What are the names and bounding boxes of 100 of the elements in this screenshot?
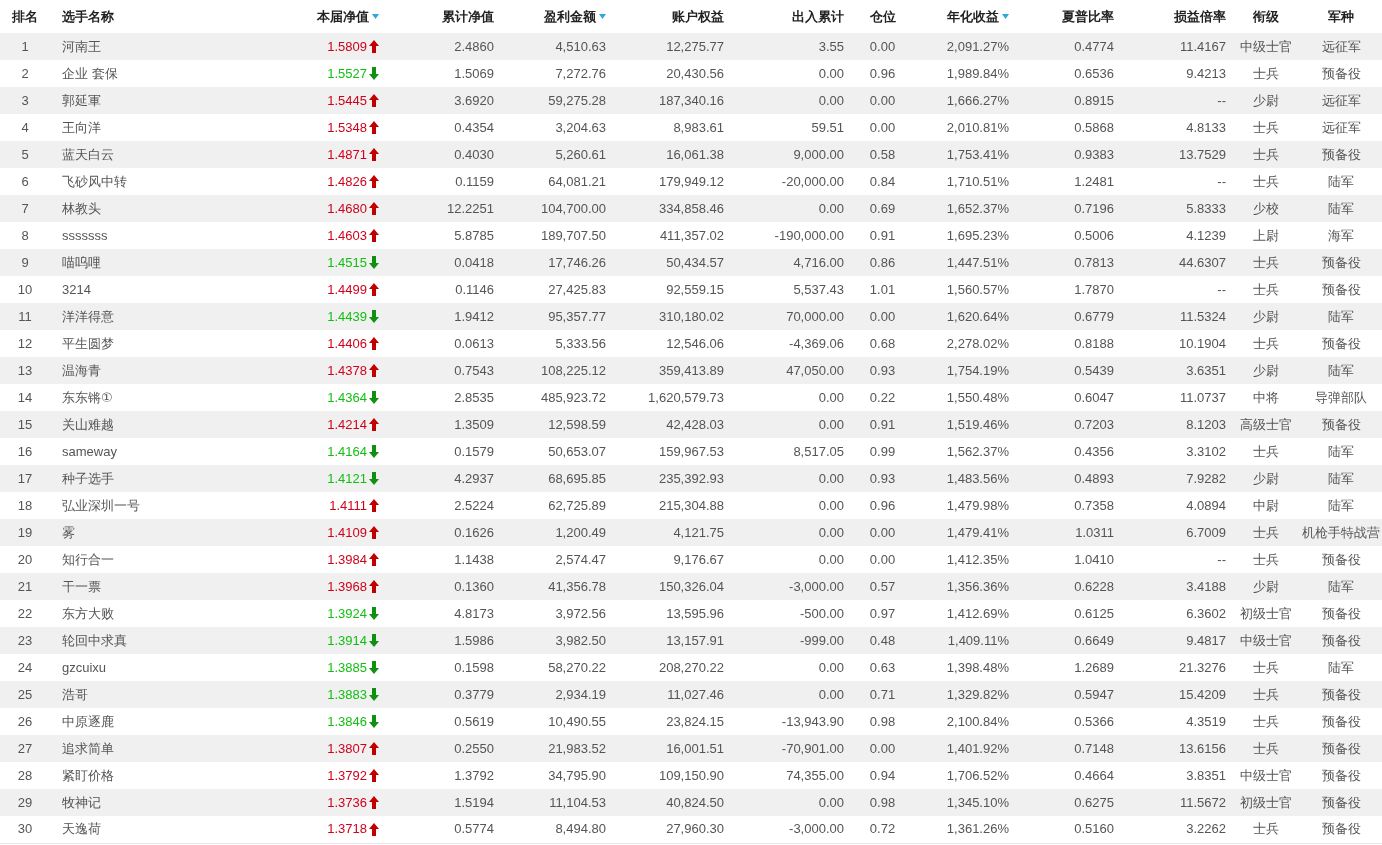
table-cell: 9.4213 bbox=[1120, 60, 1232, 87]
player-name: 种子选手 bbox=[50, 465, 290, 492]
table-cell: 12,546.06 bbox=[612, 330, 730, 357]
net-value: 1.5348 bbox=[327, 119, 367, 136]
table-cell: 士兵 bbox=[1232, 249, 1300, 276]
table-cell: 1,560.57% bbox=[915, 276, 1015, 303]
table-cell: 0.94 bbox=[850, 762, 915, 789]
table-cell: 0.93 bbox=[850, 357, 915, 384]
table-cell: 0.5439 bbox=[1015, 357, 1120, 384]
player-name: 企业 套保 bbox=[50, 60, 290, 87]
table-cell: -- bbox=[1120, 546, 1232, 573]
table-cell: -999.00 bbox=[730, 627, 850, 654]
table-cell: 0.71 bbox=[850, 681, 915, 708]
table-cell: 359,413.89 bbox=[612, 357, 730, 384]
table-cell: 1,754.19% bbox=[915, 357, 1015, 384]
table-cell: 0.0613 bbox=[385, 330, 500, 357]
column-header: 累计净值 bbox=[442, 8, 494, 25]
table-cell: 41,356.78 bbox=[500, 573, 612, 600]
rank-number: 8 bbox=[0, 222, 50, 249]
table-cell: 0.1626 bbox=[385, 519, 500, 546]
table-cell: -500.00 bbox=[730, 600, 850, 627]
table-cell: 4.8173 bbox=[385, 600, 500, 627]
table-cell: 47,050.00 bbox=[730, 357, 850, 384]
net-value: 1.4871 bbox=[327, 146, 367, 163]
table-cell: 5,333.56 bbox=[500, 330, 612, 357]
table-cell: 2,934.19 bbox=[500, 681, 612, 708]
table-cell: 5,260.61 bbox=[500, 141, 612, 168]
column-header[interactable]: 年化收益 bbox=[947, 8, 999, 25]
table-cell: 11.5672 bbox=[1120, 789, 1232, 816]
column-header[interactable]: 盈利金额 bbox=[544, 8, 596, 25]
column-header[interactable]: 本届净值 bbox=[317, 8, 369, 25]
table-cell: 27,960.30 bbox=[612, 816, 730, 843]
table-cell: 陆军 bbox=[1300, 195, 1382, 222]
table-cell: 少尉 bbox=[1232, 465, 1300, 492]
rank-number: 4 bbox=[0, 114, 50, 141]
rank-number: 10 bbox=[0, 276, 50, 303]
column-header: 夏普比率 bbox=[1062, 8, 1114, 25]
net-value: 1.3846 bbox=[327, 713, 367, 730]
rank-number: 15 bbox=[0, 411, 50, 438]
table-cell: 20,430.56 bbox=[612, 60, 730, 87]
table-cell: 0.96 bbox=[850, 492, 915, 519]
column-header: 出入累计 bbox=[792, 8, 844, 25]
column-header: 排名 bbox=[12, 8, 38, 25]
table-cell: 中级士官 bbox=[1232, 627, 1300, 654]
table-cell: 11,104.53 bbox=[500, 789, 612, 816]
table-cell: 0.91 bbox=[850, 411, 915, 438]
table-cell: 109,150.90 bbox=[612, 762, 730, 789]
table-cell: 485,923.72 bbox=[500, 384, 612, 411]
table-cell: 0.68 bbox=[850, 330, 915, 357]
table-cell: 预备役 bbox=[1300, 411, 1382, 438]
table-cell: 0.22 bbox=[850, 384, 915, 411]
net-value: 1.3968 bbox=[327, 578, 367, 595]
player-name: 平生圆梦 bbox=[50, 330, 290, 357]
table-cell: 0.5947 bbox=[1015, 681, 1120, 708]
table-cell: 1,483.56% bbox=[915, 465, 1015, 492]
table-cell: 1,345.10% bbox=[915, 789, 1015, 816]
table-cell: 411,357.02 bbox=[612, 222, 730, 249]
sort-caret-icon[interactable] bbox=[599, 14, 606, 19]
table-cell: 0.00 bbox=[850, 33, 915, 60]
table-cell: 中级士官 bbox=[1232, 762, 1300, 789]
table-cell: 0.00 bbox=[850, 546, 915, 573]
table-cell: 4.8133 bbox=[1120, 114, 1232, 141]
table-cell: 导弹部队 bbox=[1300, 384, 1382, 411]
table-cell: 0.00 bbox=[730, 384, 850, 411]
table-cell: 4.2937 bbox=[385, 465, 500, 492]
table-cell: 7,272.76 bbox=[500, 60, 612, 87]
table-cell: 95,357.77 bbox=[500, 303, 612, 330]
table-cell: 3.4188 bbox=[1120, 573, 1232, 600]
sort-caret-icon[interactable] bbox=[372, 14, 379, 19]
table-cell: 2.4860 bbox=[385, 33, 500, 60]
table-cell: 50,653.07 bbox=[500, 438, 612, 465]
table-cell: 0.1579 bbox=[385, 438, 500, 465]
table-cell: 16,061.38 bbox=[612, 141, 730, 168]
sort-caret-icon[interactable] bbox=[1002, 14, 1009, 19]
rank-number: 17 bbox=[0, 465, 50, 492]
table-cell: 3,982.50 bbox=[500, 627, 612, 654]
table-cell: 0.00 bbox=[730, 492, 850, 519]
table-cell: 预备役 bbox=[1300, 627, 1382, 654]
table-cell: 11,027.46 bbox=[612, 681, 730, 708]
table-cell: 士兵 bbox=[1232, 519, 1300, 546]
table-cell: 0.58 bbox=[850, 141, 915, 168]
table-cell: 士兵 bbox=[1232, 60, 1300, 87]
table-cell: 初级士官 bbox=[1232, 600, 1300, 627]
table-cell: 中级士官 bbox=[1232, 33, 1300, 60]
table-cell: -70,901.00 bbox=[730, 735, 850, 762]
table-cell: 44.6307 bbox=[1120, 249, 1232, 276]
net-value: 1.3924 bbox=[327, 605, 367, 622]
table-cell: 9,000.00 bbox=[730, 141, 850, 168]
table-cell: 21.3276 bbox=[1120, 654, 1232, 681]
net-value: 1.4680 bbox=[327, 200, 367, 217]
player-name: 郭延軍 bbox=[50, 87, 290, 114]
table-cell: 0.96 bbox=[850, 60, 915, 87]
table-cell: 0.00 bbox=[730, 546, 850, 573]
rank-number: 14 bbox=[0, 384, 50, 411]
table-cell: 陆军 bbox=[1300, 357, 1382, 384]
table-cell: 1.3509 bbox=[385, 411, 500, 438]
rank-number: 2 bbox=[0, 60, 50, 87]
table-cell: 0.4774 bbox=[1015, 33, 1120, 60]
table-cell: 3,972.56 bbox=[500, 600, 612, 627]
table-cell: 11.4167 bbox=[1120, 33, 1232, 60]
